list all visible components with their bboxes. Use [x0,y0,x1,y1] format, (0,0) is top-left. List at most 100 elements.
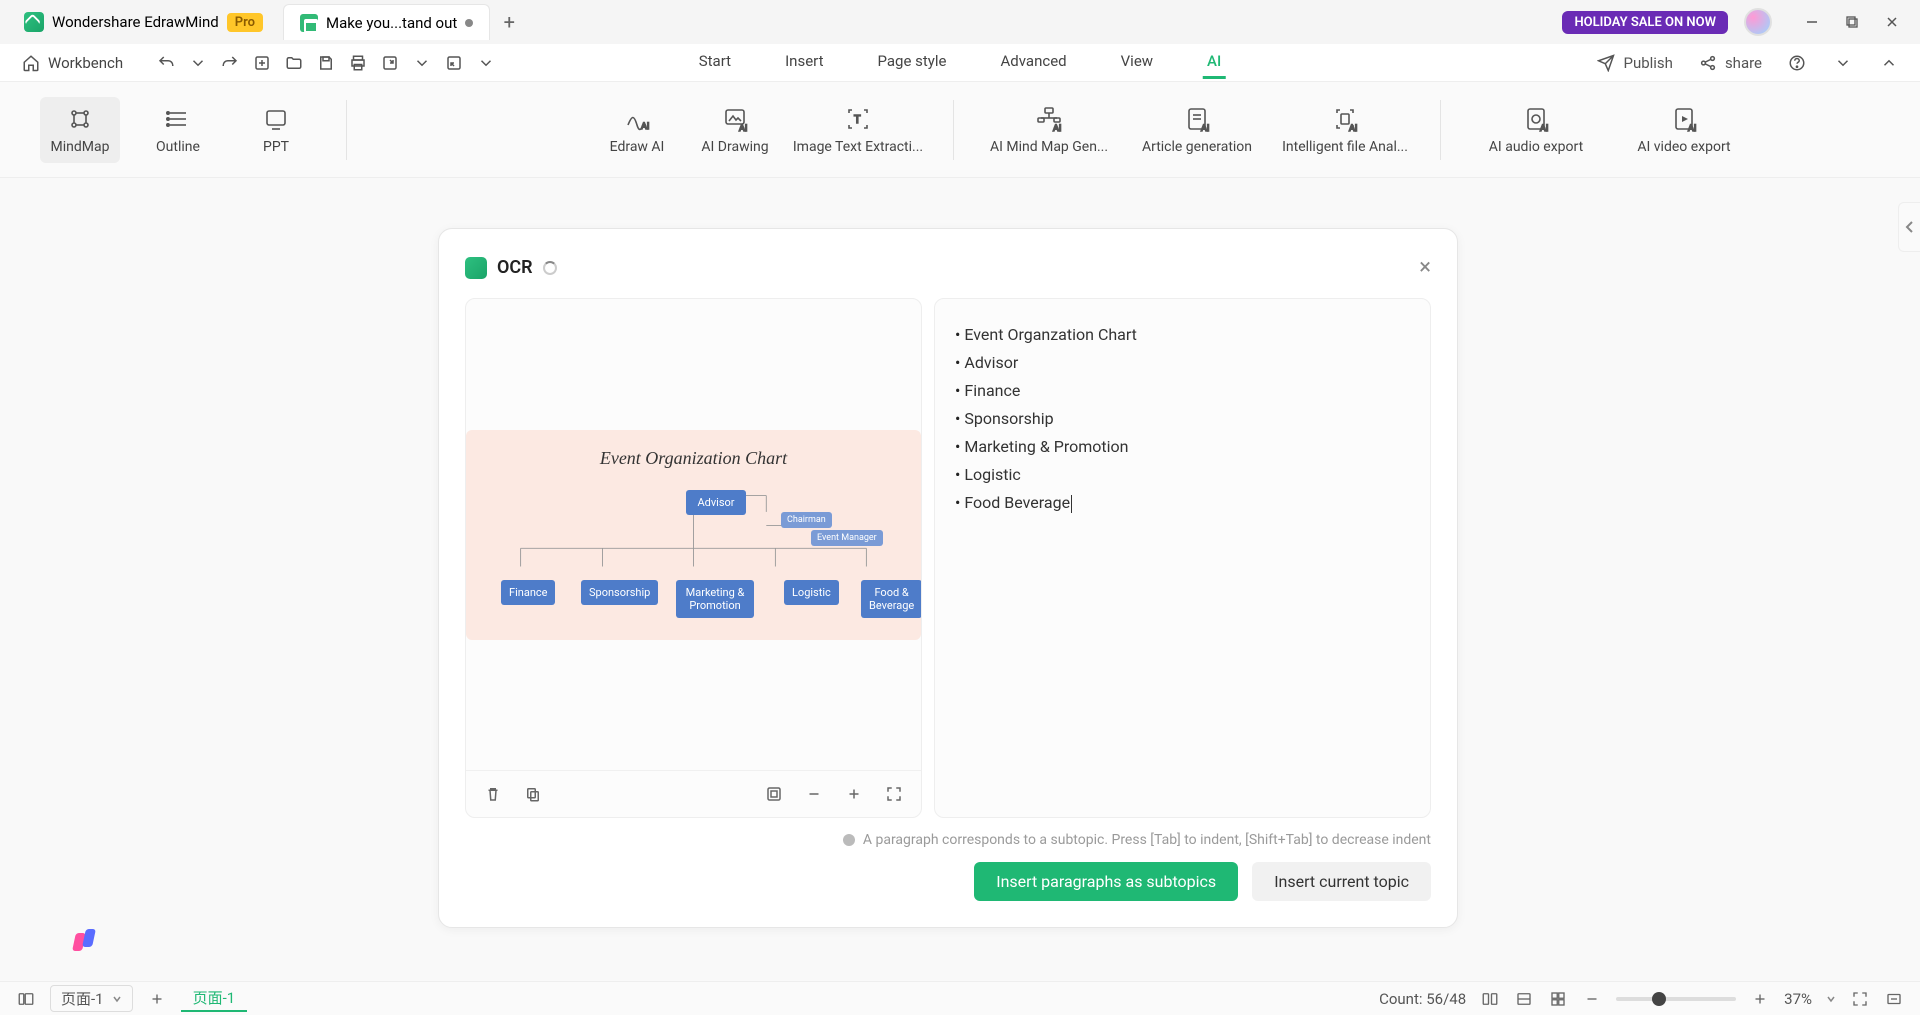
ocr-result-line[interactable]: Finance [955,377,1410,405]
app-icon [24,12,44,32]
ribbon-mindmap-label: MindMap [51,139,110,155]
ribbon-ai-video[interactable]: AI AI video export [1619,97,1749,163]
export-dropdown[interactable] [411,52,433,74]
pages-panel-button[interactable] [16,989,36,1009]
menu-tabs: Start Insert Page style Advanced View AI [695,46,1226,79]
avatar[interactable] [1744,8,1772,36]
share-button[interactable]: share [1697,52,1762,74]
org-node-chairman: Chairman [781,512,832,528]
ocr-result-pane[interactable]: Event Organzation Chart Advisor Finance … [934,298,1431,818]
ribbon-mindmap[interactable]: MindMap [40,97,120,163]
zoom-out-status[interactable] [1582,989,1602,1009]
page-selector[interactable]: 页面-1 [50,985,133,1012]
expand-right-panel[interactable] [1898,202,1920,252]
ocr-result-line[interactable]: Event Organzation Chart [955,321,1410,349]
org-node-event-manager: Event Manager [811,530,883,546]
ocr-result-line[interactable]: Sponsorship [955,405,1410,433]
tab-document[interactable]: Make you...tand out [283,4,490,40]
import-button[interactable] [443,52,465,74]
workbench-button[interactable]: Workbench [20,52,123,74]
zoom-slider[interactable] [1616,997,1736,1001]
svg-text:AI: AI [641,122,649,132]
ocr-result-line[interactable]: Advisor [955,349,1410,377]
fit-view-button[interactable] [1884,989,1904,1009]
ocr-result-line[interactable]: Food Beverage [955,489,1410,517]
insert-current-topic-button[interactable]: Insert current topic [1252,862,1431,901]
add-page-button[interactable] [147,989,167,1009]
menu-insert[interactable]: Insert [781,46,827,79]
ribbon-article-gen-label: Article generation [1142,139,1252,155]
modified-indicator [465,19,473,27]
menu-page-style[interactable]: Page style [874,46,951,79]
fullscreen-button[interactable] [1850,989,1870,1009]
redo-button[interactable] [219,52,241,74]
help-button[interactable] [1786,52,1808,74]
ocr-close-button[interactable]: × [1419,255,1431,280]
more-dropdown[interactable] [475,52,497,74]
new-tab-button[interactable]: + [494,7,524,37]
ocr-hint-text: A paragraph corresponds to a subtopic. P… [863,832,1431,848]
menu-ai[interactable]: AI [1203,46,1225,79]
svg-text:AI: AI [739,124,747,133]
ribbon-intelligent-file[interactable]: AI Intelligent file Anal... [1280,97,1410,163]
holiday-banner[interactable]: HOLIDAY SALE ON NOW [1562,11,1728,34]
ocr-title: OCR [497,257,533,278]
fit-image-button[interactable] [761,781,787,807]
zoom-dropdown[interactable] [1826,994,1836,1004]
ribbon-ai-video-label: AI video export [1637,139,1730,155]
copy-image-button[interactable] [520,781,546,807]
undo-button[interactable] [155,52,177,74]
tab-app[interactable]: Wondershare EdrawMind Pro [8,4,279,40]
open-button[interactable] [283,52,305,74]
share-icon [1697,52,1719,74]
ribbon-ai-audio-label: AI audio export [1489,139,1583,155]
app-name: Wondershare EdrawMind [52,13,219,31]
ocr-logo-icon [465,257,487,279]
maximize-button[interactable] [1832,7,1872,37]
menu-start[interactable]: Start [695,46,735,79]
undo-dropdown[interactable] [187,52,209,74]
fullscreen-image-button[interactable] [881,781,907,807]
ocr-result-line[interactable]: Logistic [955,461,1410,489]
org-node-food: Food & Beverage [861,580,922,618]
zoom-in-status[interactable] [1750,989,1770,1009]
export-button[interactable] [379,52,401,74]
ocr-result-line[interactable]: Marketing & Promotion [955,433,1410,461]
ocr-hint: A paragraph corresponds to a subtopic. P… [465,832,1431,848]
ribbon-ppt[interactable]: PPT [236,97,316,163]
menu-advanced[interactable]: Advanced [997,46,1071,79]
save-button[interactable] [315,52,337,74]
print-button[interactable] [347,52,369,74]
main-toolbar: Workbench Start Insert Page style Advanc… [0,44,1920,82]
document-icon [300,14,318,32]
ribbon-ai-drawing-label: AI Drawing [701,139,768,155]
ribbon-ai-drawing[interactable]: AI AI Drawing [695,97,775,163]
view-mode-3[interactable] [1548,989,1568,1009]
ribbon-outline[interactable]: Outline [138,97,218,163]
zoom-in-button[interactable] [841,781,867,807]
page-tab[interactable]: 页面-1 [181,985,248,1012]
collapse-ribbon-button[interactable] [1878,52,1900,74]
zoom-value[interactable]: 37% [1784,990,1812,1008]
svg-text:T: T [854,113,861,126]
delete-image-button[interactable] [480,781,506,807]
ribbon-image-text[interactable]: T Image Text Extracti... [793,97,923,163]
word-count: Count: 56/48 [1379,990,1466,1008]
help-dropdown[interactable] [1832,52,1854,74]
menu-view[interactable]: View [1117,46,1157,79]
ribbon-ai-audio[interactable]: AI AI audio export [1471,97,1601,163]
publish-button[interactable]: Publish [1595,52,1672,74]
publish-icon [1595,52,1617,74]
ribbon-article-gen[interactable]: AI Article generation [1132,97,1262,163]
insert-paragraphs-button[interactable]: Insert paragraphs as subtopics [974,862,1238,901]
view-mode-1[interactable] [1480,989,1500,1009]
new-file-button[interactable] [251,52,273,74]
view-mode-2[interactable] [1514,989,1534,1009]
ocr-image-pane: Event Organization Chart [465,298,922,818]
canvas[interactable]: OCR × Event Organization Chart [0,178,1920,981]
ribbon-edraw-ai[interactable]: AI Edraw AI [597,97,677,163]
ribbon-ai-mindmap[interactable]: AI AI Mind Map Gen... [984,97,1114,163]
minimize-button[interactable] [1792,7,1832,37]
close-button[interactable] [1872,7,1912,37]
zoom-out-button[interactable] [801,781,827,807]
